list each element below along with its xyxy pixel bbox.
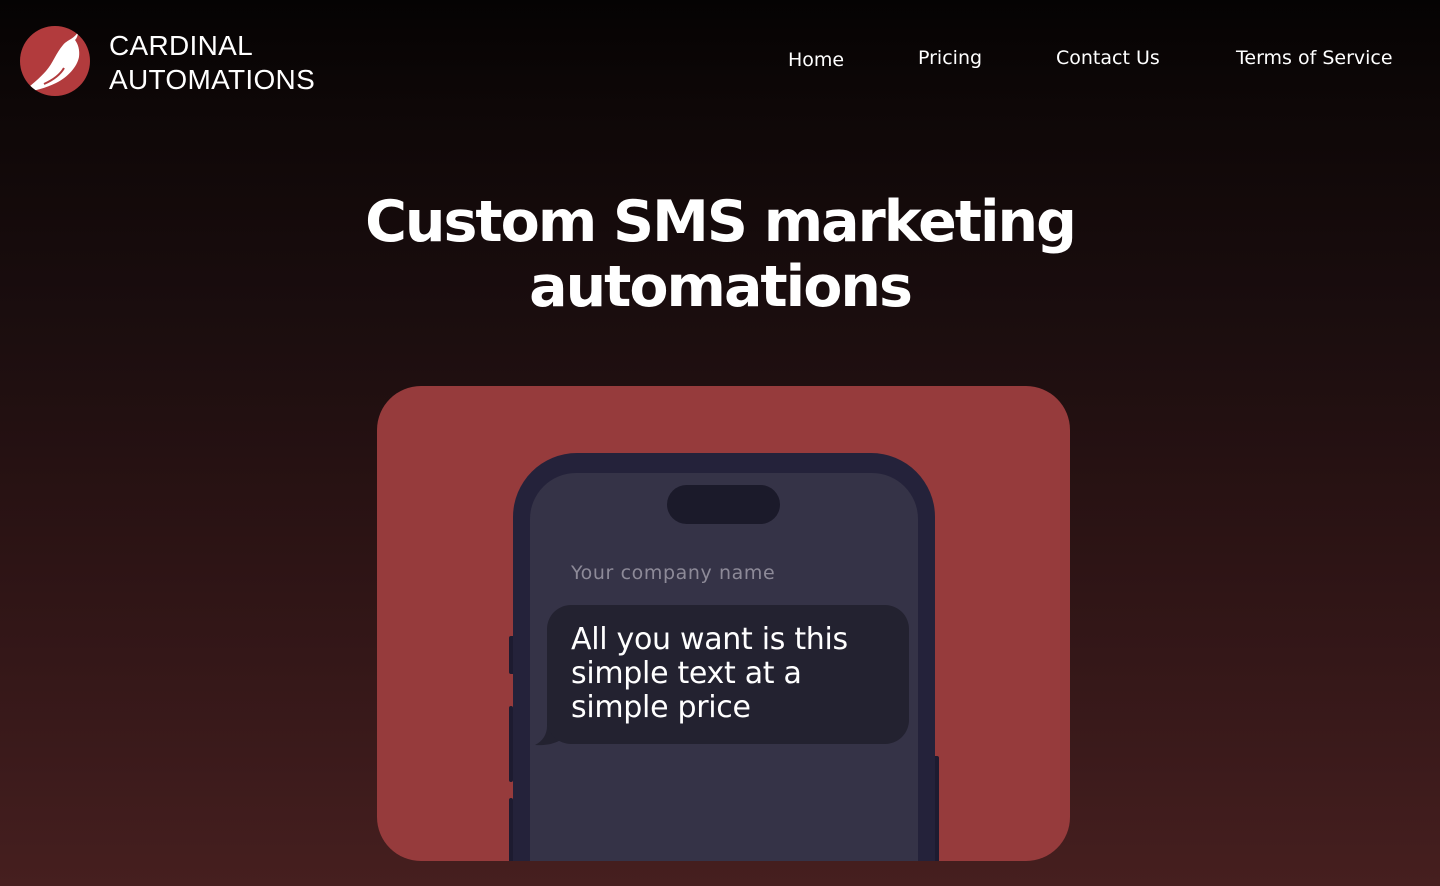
nav-home-link[interactable]: Home — [788, 49, 844, 77]
cardinal-logo-icon[interactable] — [20, 26, 90, 96]
nav-terms-link[interactable]: Terms of Service — [1236, 47, 1393, 75]
hero-illustration-card: Your company name All you want is this s… — [377, 386, 1070, 861]
hero-title: Custom SMS marketing automations — [365, 189, 1077, 320]
nav-pricing-link[interactable]: Pricing — [918, 47, 982, 75]
brand-line-2: AUTOMATIONS — [109, 64, 316, 95]
nav-contact-link[interactable]: Contact Us — [1056, 47, 1160, 75]
sender-name: Your company name — [571, 562, 776, 584]
phone-notch — [667, 485, 780, 524]
site-header: CARDINAL AUTOMATIONS Home Pricing Contac… — [0, 0, 1440, 124]
brand-line-1: CARDINAL — [109, 30, 253, 61]
brand-name[interactable]: CARDINAL AUTOMATIONS — [109, 29, 315, 97]
message-text: All you want is this simple text at a si… — [571, 622, 848, 725]
